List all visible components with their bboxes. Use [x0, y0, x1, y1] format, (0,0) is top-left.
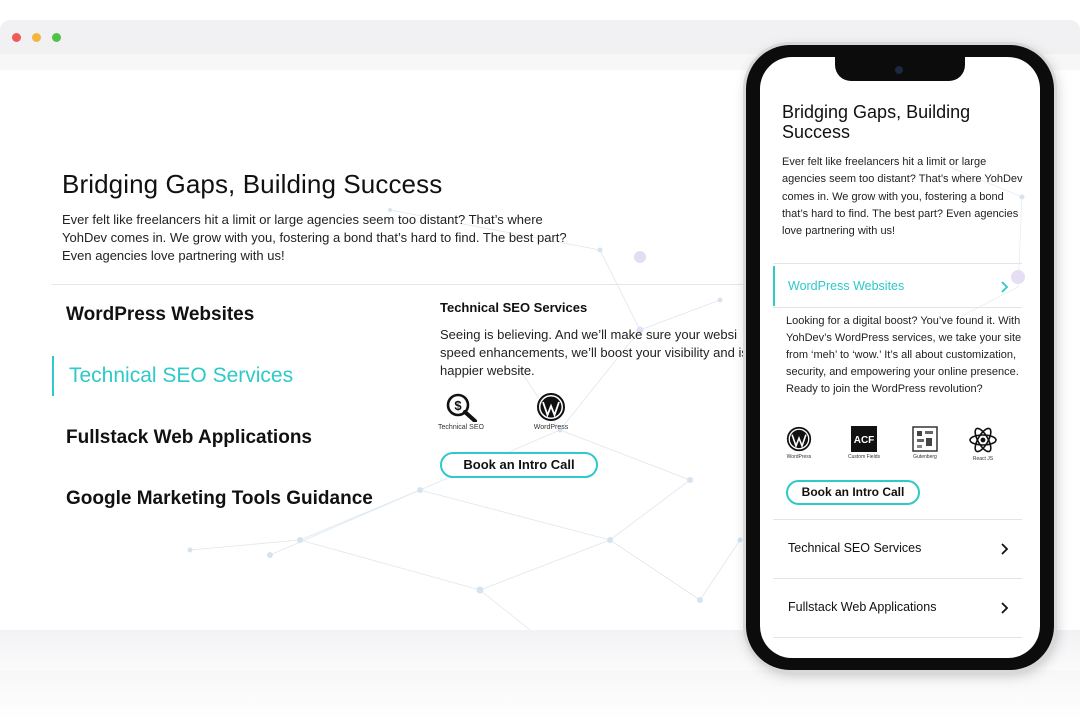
window-maximize-dot[interactable]: [52, 33, 61, 42]
accordion-item-fullstack-web-applications[interactable]: Fullstack Web Applications: [788, 600, 936, 614]
icon-label: Gutenberg: [913, 454, 937, 460]
icon-label: Custom Fields: [848, 454, 880, 460]
camera-icon: [895, 66, 903, 74]
service-tab-technical-seo-services[interactable]: Technical SEO Services: [69, 364, 293, 388]
technical-seo-tech-icon: $ Technical SEO: [426, 392, 496, 431]
mobile-screen: Bridging Gaps, Building Success Ever fel…: [760, 57, 1040, 658]
mobile-page-title: Bridging Gaps, Building Success: [782, 102, 971, 142]
window-close-dot[interactable]: [12, 33, 21, 42]
mobile-active-indicator: [773, 266, 775, 306]
acf-mark: ACF: [854, 435, 875, 446]
chevron-right-icon[interactable]: [998, 542, 1012, 556]
gutenberg-icon: [912, 426, 938, 452]
chevron-right-icon[interactable]: [998, 601, 1012, 615]
book-intro-call-button[interactable]: Book an Intro Call: [440, 452, 598, 478]
section-divider: [52, 284, 752, 285]
icon-label: React JS: [972, 456, 994, 462]
seo-magnifier-icon: $: [446, 393, 477, 422]
gutenberg-tech-icon: Gutenberg: [902, 426, 948, 460]
intro-paragraph: Ever felt like freelancers hit a limit o…: [62, 212, 567, 263]
page-title: Bridging Gaps, Building Success: [62, 169, 443, 199]
icon-label: WordPress: [533, 424, 569, 431]
accordion-divider: [773, 578, 1022, 579]
react-icon: [969, 427, 997, 453]
acf-tech-icon: ACF Custom Fields: [841, 426, 887, 460]
service-tab-wordpress-websites[interactable]: WordPress Websites: [66, 304, 254, 326]
accordion-expanded-description: Looking for a digital boost? You’ve foun…: [786, 315, 1022, 395]
chevron-right-icon[interactable]: [998, 280, 1012, 294]
accordion-divider: [773, 637, 1022, 638]
phone-notch: [835, 57, 965, 81]
wordpress-tech-icon: WordPress: [516, 392, 586, 431]
mobile-book-intro-call-button[interactable]: Book an Intro Call: [786, 480, 920, 505]
icon-label: Technical SEO: [438, 424, 484, 431]
accordion-item-technical-seo-services[interactable]: Technical SEO Services: [788, 541, 921, 555]
accordion-divider: [773, 307, 1022, 308]
accordion-divider: [773, 519, 1022, 520]
service-tab-google-marketing-tools-guidance[interactable]: Google Marketing Tools Guidance: [66, 488, 373, 510]
mobile-intro-paragraph: Ever felt like freelancers hit a limit o…: [782, 156, 1023, 238]
service-tab-fullstack-web-applications[interactable]: Fullstack Web Applications: [66, 427, 312, 449]
window-minimize-dot[interactable]: [32, 33, 41, 42]
service-panel-description: Seeing is believing. And we’ll make sure…: [440, 327, 759, 378]
react-tech-icon: React JS: [960, 426, 1006, 462]
accordion-divider: [773, 263, 1022, 264]
accordion-item-wordpress-websites[interactable]: WordPress Websites: [788, 279, 904, 293]
wordpress-icon: [537, 393, 565, 421]
page-shadow: [0, 670, 1080, 720]
service-panel-title: Technical SEO Services: [440, 300, 588, 315]
phone-mockup: Bridging Gaps, Building Success Ever fel…: [746, 45, 1054, 670]
active-tab-indicator: [52, 356, 54, 396]
icon-label: WordPress: [786, 454, 812, 460]
svg-text:$: $: [454, 398, 462, 413]
wordpress-icon: [786, 426, 812, 452]
wordpress-tech-icon: WordPress: [776, 426, 822, 460]
acf-icon: ACF: [851, 426, 877, 452]
